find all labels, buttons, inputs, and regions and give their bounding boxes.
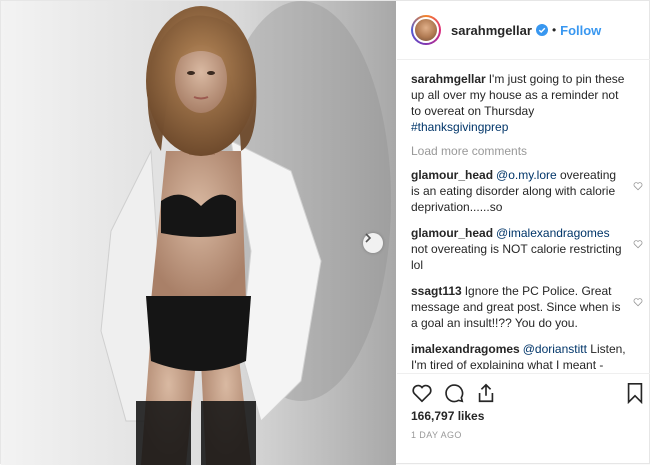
comment-item: ssagt113 Ignore the PC Police. Great mess…: [411, 283, 643, 331]
instagram-post: sarahmgellar • Follow sarahmgellar I'm ju…: [0, 0, 650, 465]
verified-badge-icon: [535, 24, 548, 36]
comment-username[interactable]: glamour_head: [411, 168, 493, 182]
separator-dot: •: [551, 23, 557, 37]
post-date: 1 DAY AGO: [411, 430, 462, 440]
photo-illustration: [1, 1, 396, 465]
comment-icon[interactable]: [443, 382, 465, 404]
comment-username[interactable]: imalexandragomes: [411, 342, 520, 356]
comments-list: sarahmgellar I'm just going to pin these …: [411, 71, 643, 369]
comment-username[interactable]: ssagt113: [411, 284, 462, 298]
header-username[interactable]: sarahmgellar: [451, 23, 532, 38]
avatar[interactable]: [411, 15, 441, 45]
chevron-right-icon: [365, 233, 372, 243]
comment-item: glamour_head @imalexandragomes not overea…: [411, 225, 643, 273]
share-icon[interactable]: [475, 382, 497, 404]
likes-count[interactable]: 166,797 likes: [411, 409, 484, 423]
caption: sarahmgellar I'm just going to pin these …: [411, 71, 643, 135]
comment-item: glamour_head @o.my.lore overeating is an …: [411, 167, 643, 215]
avatar-image: [413, 17, 439, 43]
comment-mention[interactable]: @imalexandragomes: [496, 226, 610, 240]
caption-username[interactable]: sarahmgellar: [411, 72, 486, 86]
follow-button[interactable]: Follow: [560, 23, 601, 38]
post-photo[interactable]: [1, 1, 396, 465]
action-bar: [397, 373, 650, 410]
heart-icon[interactable]: [411, 382, 433, 404]
post-sidebar: sarahmgellar • Follow sarahmgellar I'm ju…: [397, 1, 650, 465]
caption-hashtag[interactable]: #thanksgivingprep: [411, 120, 508, 134]
post-header: sarahmgellar • Follow: [397, 1, 650, 60]
heart-icon[interactable]: [633, 239, 643, 249]
comment-username[interactable]: glamour_head: [411, 226, 493, 240]
comment-item: imalexandragomes @dorianstitt Listen, I'm…: [411, 341, 643, 369]
bookmark-icon[interactable]: [625, 382, 645, 404]
comment-mention[interactable]: @o.my.lore: [496, 168, 557, 182]
comment-text: not overeating is NOT calorie restrictin…: [411, 242, 622, 272]
load-more-comments-button[interactable]: Load more comments: [411, 143, 643, 159]
comment-mention[interactable]: @dorianstitt: [523, 342, 587, 356]
heart-icon[interactable]: [633, 181, 643, 191]
heart-icon[interactable]: [633, 297, 643, 307]
comments-scroll-area[interactable]: sarahmgellar I'm just going to pin these …: [397, 69, 650, 369]
next-photo-button[interactable]: [363, 233, 383, 253]
